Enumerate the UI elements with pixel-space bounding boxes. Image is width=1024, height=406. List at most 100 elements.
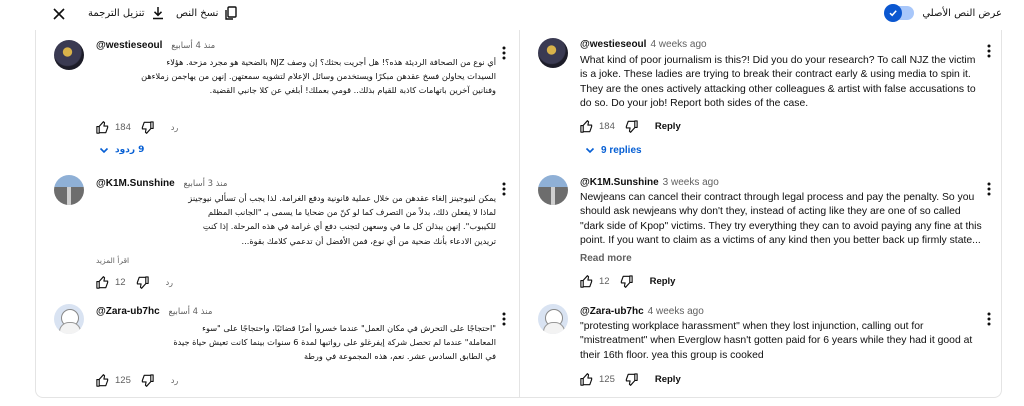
comment-line: للكيبوب". إنهن يبذلن كل ما في وسعهن لتجن…	[202, 221, 496, 232]
view-replies-button[interactable]: 9 replies	[584, 144, 642, 156]
comment-author[interactable]: @K1M.Sunshine	[580, 177, 659, 188]
avatar[interactable]	[538, 304, 568, 334]
comment-menu-button[interactable]	[981, 308, 997, 330]
dislike-button[interactable]	[618, 272, 636, 290]
comment-header: @Zara-ub7hc منذ 4 أسابيع	[96, 306, 212, 317]
reply-button[interactable]: رد	[171, 376, 178, 385]
copy-label: نسخ النص	[176, 7, 219, 19]
thumbs-up-icon	[579, 274, 592, 288]
dislike-button[interactable]	[134, 273, 152, 291]
avatar[interactable]	[54, 40, 84, 70]
comment-header: @westieseoul 4 weeks ago	[580, 39, 707, 50]
more-vertical-icon	[987, 312, 991, 326]
comment-line: their 16th floor. yea this group is cook…	[580, 349, 764, 361]
comment-text: "احتجاجًا على التحرش في مكان العمل" عندم…	[88, 321, 496, 364]
reply-button[interactable]: رد	[171, 123, 178, 132]
comment-line: وفنانين آخرين باتهامات كاذبة للقيام بذلك…	[209, 85, 496, 96]
reply-button[interactable]: Reply	[655, 121, 681, 132]
comment-menu-button[interactable]	[981, 178, 997, 200]
comment-line: السيدات يحاولن فسخ عقدهن مبكرًا ويستخدمن…	[141, 71, 496, 82]
reply-button[interactable]: Reply	[655, 374, 681, 385]
comment-line: تريدين الادعاء بأنك ضحية من أي نوع، فمن …	[241, 235, 496, 246]
comment-actions: 184 Reply	[577, 117, 681, 135]
avatar[interactable]	[54, 175, 84, 205]
like-button[interactable]	[93, 118, 111, 136]
like-button[interactable]	[577, 370, 595, 388]
chevron-down-icon	[99, 147, 109, 154]
dislike-button[interactable]	[623, 117, 641, 135]
thumbs-down-icon	[626, 119, 639, 133]
original-comments-panel: @westieseoul 4 weeks ago What kind of poo…	[519, 30, 1002, 398]
comment-author[interactable]: @Zara-ub7hc	[580, 306, 644, 317]
comment-menu-button[interactable]	[496, 308, 512, 330]
thumbs-down-icon	[136, 275, 149, 289]
reply-button[interactable]: Reply	[650, 276, 676, 287]
comment-line: point. If you want to claim as a victims…	[580, 235, 981, 247]
download-translation-button[interactable]: تنزيل الترجمة	[88, 3, 166, 23]
thumbs-down-icon	[620, 274, 633, 288]
download-icon	[152, 7, 163, 20]
comment-line: should ask newjeans why don't they, inst…	[580, 206, 961, 218]
comment-header: @K1M.Sunshine 3 weeks ago	[580, 177, 719, 188]
dislike-button[interactable]	[139, 118, 157, 136]
comment-line: المعاملة" عندما لم تحصل شركة إيفرغلو على…	[173, 337, 496, 348]
comment-header: @westieseoul منذ 4 أسابيع	[96, 40, 215, 51]
like-button[interactable]	[577, 272, 595, 290]
avatar[interactable]	[538, 175, 568, 205]
comment-author[interactable]: @K1M.Sunshine	[96, 178, 175, 189]
more-vertical-icon	[987, 44, 991, 58]
translation-toolbar: تنزيل الترجمة نسخ النص عرض النص الأصلي	[0, 0, 1024, 28]
like-button[interactable]	[577, 117, 595, 135]
comment-menu-button[interactable]	[496, 178, 512, 200]
comment-line: "dark side of Kpop" victims. They try ev…	[580, 220, 982, 232]
toggle-label: عرض النص الأصلي	[922, 7, 1002, 19]
thumbs-down-icon	[142, 373, 155, 387]
copy-text-button[interactable]: نسخ النص	[176, 3, 239, 23]
comment-line: They are the ones actively attacking oth…	[580, 83, 976, 95]
comment-author[interactable]: @Zara-ub7hc	[96, 306, 160, 317]
comment-line: is a joke. These ladies are trying to br…	[580, 69, 971, 81]
reply-button[interactable]: رد	[166, 278, 173, 287]
comment-actions: 125 رد	[93, 371, 178, 389]
replies-label: 9 ردود	[115, 145, 145, 155]
more-vertical-icon	[502, 182, 506, 196]
comment-line: في الطابق السادس عشر. نعم، هذه المجموعة …	[304, 351, 496, 362]
comment-line: يمكن لنيوجينز إلغاء عقدهن من خلال عملية …	[188, 193, 496, 203]
thumbs-down-icon	[142, 120, 155, 134]
like-button[interactable]	[93, 273, 111, 291]
more-vertical-icon	[987, 182, 991, 196]
close-button[interactable]	[48, 3, 70, 25]
chevron-down-icon	[585, 147, 595, 154]
close-icon	[53, 8, 65, 20]
comment-time: 4 weeks ago	[647, 306, 704, 317]
comment-actions: 12 رد	[93, 273, 173, 291]
show-original-toggle[interactable]	[884, 4, 915, 22]
comment-header: @Zara-ub7hc 4 weeks ago	[580, 306, 704, 317]
avatar[interactable]	[538, 38, 568, 68]
comment-menu-button[interactable]	[981, 40, 997, 62]
comment-author[interactable]: @westieseoul	[580, 39, 646, 50]
comment-menu-button[interactable]	[496, 42, 512, 64]
comment-time: منذ 4 أسابيع	[168, 307, 213, 317]
more-vertical-icon	[502, 312, 506, 326]
comment-header: @K1M.Sunshine منذ 3 أسابيع	[96, 178, 227, 189]
avatar[interactable]	[54, 304, 84, 334]
comment-actions: 12 Reply	[577, 272, 675, 290]
like-button[interactable]	[93, 371, 111, 389]
read-more-button[interactable]: اقرأ المزيد	[96, 256, 129, 265]
comment-time: منذ 4 أسابيع	[171, 41, 216, 51]
copy-icon	[225, 6, 238, 20]
dislike-button[interactable]	[139, 371, 157, 389]
read-more-button[interactable]: Read more	[580, 253, 632, 264]
check-icon	[884, 4, 903, 22]
replies-label: 9 replies	[601, 144, 642, 156]
comment-author[interactable]: @westieseoul	[96, 40, 162, 51]
thumbs-up-icon	[95, 120, 108, 134]
thumbs-up-icon	[95, 275, 108, 289]
comment-text: What kind of poor journalism is this?! D…	[580, 54, 980, 112]
comment-line: "احتجاجًا على التحرش في مكان العمل" عندم…	[202, 323, 496, 333]
comment-line: لماذا لا يفعلن ذلك، بدلاً من التصرف كما …	[208, 207, 496, 218]
view-replies-button[interactable]: 9 ردود	[98, 144, 144, 156]
more-vertical-icon	[502, 46, 506, 60]
dislike-button[interactable]	[623, 370, 641, 388]
